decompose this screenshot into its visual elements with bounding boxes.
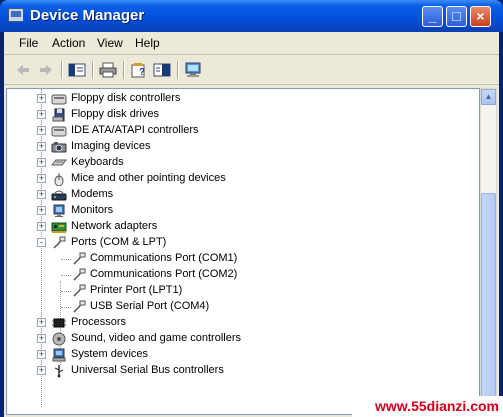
expand-toggle[interactable]: + [37,158,46,167]
window-title: Device Manager [30,7,145,24]
tree-item-universal-serial-bus-controllers[interactable]: + Universal Serial Bus controllers [7,363,479,379]
expand-toggle[interactable]: + [37,222,46,231]
tree-item-label: Imaging devices [71,140,151,152]
window-client-area: File Action View Help ? + Floppy disk co… [4,32,499,417]
title-bar[interactable]: Device Manager _ □ × [0,0,503,32]
tree-item-floppy-disk-drives[interactable]: + Floppy disk drives [7,107,479,123]
tree-item-modems[interactable]: + Modems [7,187,479,203]
tree-item-imaging-devices[interactable]: + Imaging devices [7,139,479,155]
port-icon [73,252,86,265]
expand-toggle[interactable]: + [37,206,46,215]
collapse-toggle[interactable]: - [37,238,46,247]
minimize-button[interactable]: _ [422,6,443,27]
toolbar-separator [123,61,125,79]
menu-view[interactable]: View [97,36,123,50]
device-manager-icon [8,8,24,22]
tree-item-system-devices[interactable]: + System devices [7,347,479,363]
scan-hardware-icon[interactable] [184,62,202,78]
scroll-thumb[interactable] [481,193,496,411]
tree-item-mice-and-other-pointing-devices[interactable]: + Mice and other pointing devices [7,171,479,187]
expand-toggle[interactable]: + [37,174,46,183]
tree-item-label: Universal Serial Bus controllers [71,364,224,376]
tree-item-label: Communications Port (COM2) [90,268,238,280]
tree-item-label: Floppy disk drives [71,108,160,120]
tree-item-ide-ata-atapi-controllers[interactable]: + IDE ATA/ATAPI controllers [7,123,479,139]
toolbar: ? [4,56,499,85]
watermark: www.55dianzi.com [352,396,503,417]
print-icon[interactable] [99,62,117,78]
tree-item-label: Network adapters [71,220,158,232]
expand-toggle[interactable]: + [37,142,46,151]
tree-item-label: Processors [71,316,127,328]
floppy-drive-icon [52,108,65,122]
tree-item-ports-com-lpt[interactable]: - Ports (COM & LPT) [7,235,479,251]
port-icon [53,236,66,249]
scroll-up-button[interactable]: ▲ [481,89,496,105]
properties-help-icon[interactable]: ? [130,62,148,78]
vertical-scrollbar[interactable]: ▲ ▼ [480,88,497,415]
expand-toggle[interactable]: + [37,334,46,343]
tree-item-label: Communications Port (COM1) [90,252,238,264]
expand-toggle[interactable]: + [37,366,46,375]
tree-item-label: Mice and other pointing devices [71,172,226,184]
tree-item-com4[interactable]: USB Serial Port (COM4) [7,299,479,315]
toolbar-separator [177,61,179,79]
expand-toggle[interactable]: + [37,110,46,119]
modem-icon [51,190,67,201]
svg-text:?: ? [139,67,145,78]
system-devices-icon [52,348,66,362]
tree-item-label: Ports (COM & LPT) [71,236,167,248]
tree-item-label: Modems [71,188,114,200]
mouse-icon [54,172,64,186]
tree-item-label: Floppy disk controllers [71,92,181,104]
tree-item-com1[interactable]: Communications Port (COM1) [7,251,479,267]
tree-item-label: System devices [71,348,149,360]
device-tree: + Floppy disk controllers + Floppy disk … [6,88,480,415]
show-hide-console-tree-icon[interactable] [68,62,86,78]
floppy-controller-icon [51,94,67,105]
tree-item-keyboards[interactable]: + Keyboards [7,155,479,171]
expand-toggle[interactable]: + [37,126,46,135]
port-icon [73,268,86,281]
tree-item-monitors[interactable]: + Monitors [7,203,479,219]
tree-item-network-adapters[interactable]: + Network adapters [7,219,479,235]
tree-item-label: USB Serial Port (COM4) [90,300,210,312]
expand-toggle[interactable]: + [37,318,46,327]
menu-help[interactable]: Help [135,36,160,50]
tree-item-com2[interactable]: Communications Port (COM2) [7,267,479,283]
sound-icon [52,332,66,346]
tree-item-processors[interactable]: + Processors [7,315,479,331]
tree-item-label: Printer Port (LPT1) [90,284,183,296]
toolbar-separator [92,61,94,79]
forward-arrow-icon[interactable] [37,62,55,78]
port-icon [73,300,86,313]
back-arrow-icon[interactable] [14,62,32,78]
menu-file[interactable]: File [19,36,38,50]
tree-item-sound-video-and-game-controllers[interactable]: + Sound, video and game controllers [7,331,479,347]
expand-toggle[interactable]: + [37,190,46,199]
device-manager-window: Device Manager _ □ × File Action View He… [0,0,503,417]
expand-toggle[interactable]: + [37,350,46,359]
tree-item-lpt1[interactable]: Printer Port (LPT1) [7,283,479,299]
camera-icon [51,142,67,153]
port-icon [73,284,86,297]
toolbar-separator [61,61,63,79]
tree-item-label: Keyboards [71,156,124,168]
network-adapter-icon [51,222,67,233]
help-icon[interactable] [153,62,171,78]
maximize-button[interactable]: □ [446,6,467,27]
processor-icon [52,318,66,328]
expand-toggle[interactable]: + [37,94,46,103]
tree-item-label: Sound, video and game controllers [71,332,241,344]
keyboard-icon [51,159,67,166]
close-button[interactable]: × [470,6,491,27]
tree-item-label: Monitors [71,204,114,216]
menu-bar: File Action View Help [4,32,499,55]
monitor-icon [53,204,65,217]
menu-action[interactable]: Action [52,36,85,50]
tree-item-label: IDE ATA/ATAPI controllers [71,124,199,136]
ide-controller-icon [51,126,67,137]
tree-item-floppy-disk-controllers[interactable]: + Floppy disk controllers [7,91,479,107]
usb-icon [54,365,64,378]
